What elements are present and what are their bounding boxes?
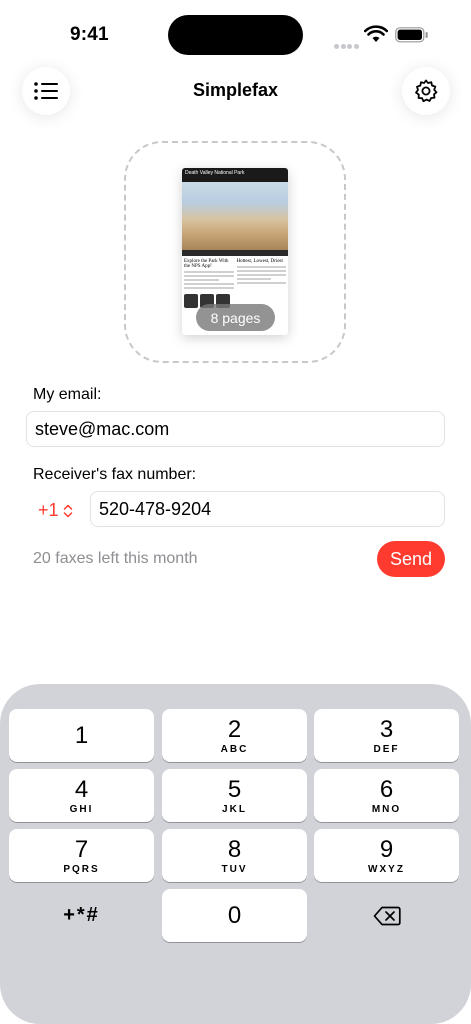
battery-icon [395, 27, 428, 43]
doc-thumb-title: Death Valley National Park [182, 168, 288, 182]
country-code-picker[interactable]: +1 [38, 500, 73, 521]
wifi-icon [364, 25, 388, 42]
fax-number-label: Receiver's fax number: [33, 466, 197, 483]
backspace-icon [373, 906, 401, 925]
key-symbols[interactable]: +*# [9, 889, 154, 942]
chevron-up-down-icon [63, 504, 72, 517]
doc-thumb-headline-left: Explore the Park With the NPS App! [184, 259, 229, 269]
key-5[interactable]: 5 JKL [162, 769, 307, 822]
email-label: My email: [33, 386, 102, 403]
country-code-value: +1 [38, 500, 59, 520]
status-bar: 9:41 [0, 0, 471, 70]
fax-number-field[interactable]: 520-478-9204 [90, 491, 445, 527]
numeric-keypad: 1 2 ABC 3 DEF 4 GHI 5 JKL 6 MNO 7 PQRS 8… [0, 684, 471, 1024]
key-7[interactable]: 7 PQRS [9, 829, 154, 882]
settings-button[interactable] [402, 67, 450, 115]
key-2[interactable]: 2 ABC [162, 709, 307, 762]
key-3[interactable]: 3 DEF [314, 709, 459, 762]
send-button[interactable]: Send [377, 541, 445, 577]
gear-icon [415, 79, 438, 103]
doc-thumb-photo [182, 182, 288, 250]
key-9[interactable]: 9 WXYZ [314, 829, 459, 882]
fax-quota-text: 20 faxes left this month [33, 550, 198, 567]
doc-thumb-headline-right: Hottest, Lowest, Driest [236, 259, 283, 264]
signal-icon [334, 36, 360, 54]
app-title: Simplefax [192, 80, 279, 100]
key-0[interactable]: 0 [162, 889, 307, 942]
dynamic-island [168, 15, 303, 55]
status-time: 9:41 [70, 24, 109, 45]
delete-key[interactable] [314, 889, 459, 942]
key-8[interactable]: 8 TUV [162, 829, 307, 882]
email-field[interactable]: steve@mac.com [26, 411, 445, 447]
key-4[interactable]: 4 GHI [9, 769, 154, 822]
key-1[interactable]: 1 [9, 709, 154, 762]
key-6[interactable]: 6 MNO [314, 769, 459, 822]
page-count-badge: 8 pages [196, 304, 275, 331]
